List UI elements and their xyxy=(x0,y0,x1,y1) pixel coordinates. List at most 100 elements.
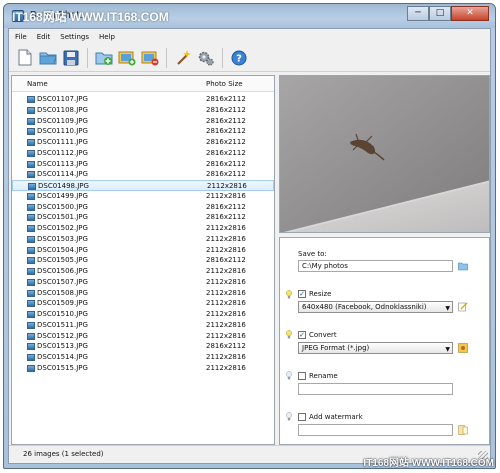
table-row[interactable]: DSC01110.JPG 2816x2112 xyxy=(12,126,274,137)
file-name: DSC01504.JPG xyxy=(37,245,88,254)
close-button[interactable]: ✕ xyxy=(451,6,489,21)
list-header: Name Photo Size xyxy=(12,76,274,92)
convert-label: Convert xyxy=(309,331,337,339)
resize-checkbox[interactable]: ✓ xyxy=(298,290,306,298)
watermark-checkbox[interactable] xyxy=(298,413,306,421)
chevron-down-icon: ▼ xyxy=(445,305,450,312)
table-row[interactable]: DSC01108.JPG 2816x2112 xyxy=(12,105,274,116)
image-file-icon xyxy=(27,214,35,222)
photo-size: 2816x2112 xyxy=(206,202,246,211)
photo-size: 2112x2816 xyxy=(206,191,246,200)
table-row[interactable]: DSC01501.JPG 2816x2112 xyxy=(12,212,274,223)
table-row[interactable]: DSC01109.JPG 2816x2112 xyxy=(12,116,274,127)
table-row[interactable]: DSC01112.JPG 2816x2112 xyxy=(12,148,274,159)
file-name: DSC01515.JPG xyxy=(37,363,88,372)
table-row[interactable]: DSC01510.JPG 2112x2816 xyxy=(12,309,274,320)
app-window: Batch Photo... IT168网站 WWW.IT168.COM ─ □… xyxy=(3,3,496,469)
file-name: DSC01502.JPG xyxy=(37,224,88,232)
process-button[interactable] xyxy=(173,47,193,69)
resize-preset-select[interactable]: 640x480 (Facebook, Odnoklassniki) ▼ xyxy=(298,301,453,313)
menu-file[interactable]: File xyxy=(13,32,29,42)
table-row[interactable]: DSC01506.JPG 2112x2816 xyxy=(12,266,274,277)
file-name: DSC01503.JPG xyxy=(37,234,88,243)
open-button[interactable] xyxy=(38,47,58,69)
photo-size: 2816x2112 xyxy=(206,148,246,157)
file-name: DSC01500.JPG xyxy=(37,202,88,211)
file-name: DSC01109.JPG xyxy=(37,116,88,125)
file-name: DSC01114.JPG xyxy=(37,170,88,179)
table-row[interactable]: DSC01107.JPG 2816x2112 xyxy=(12,94,274,105)
table-row[interactable]: DSC01515.JPG 2112x2816 xyxy=(12,363,274,374)
browse-folder-button[interactable] xyxy=(458,261,468,271)
convert-settings-button[interactable] xyxy=(458,343,468,353)
edit-resize-button[interactable] xyxy=(458,302,468,312)
image-file-icon xyxy=(27,139,35,146)
convert-format-select[interactable]: JPEG Format (*.jpg) ▼ xyxy=(298,342,453,354)
photo-size: 2112x2816 xyxy=(206,299,246,308)
rename-checkbox[interactable] xyxy=(298,372,306,380)
save-button[interactable] xyxy=(61,47,81,69)
table-row[interactable]: DSC01498.JPG 2112x2816 xyxy=(12,180,274,191)
file-name: DSC01107.JPG xyxy=(37,95,88,103)
table-row[interactable]: DSC01514.JPG 2112x2816 xyxy=(12,352,274,363)
image-file-icon xyxy=(27,246,35,254)
file-name: DSC01111.JPG xyxy=(37,138,88,146)
minimize-button[interactable]: ─ xyxy=(407,6,429,21)
new-button[interactable] xyxy=(15,47,35,69)
save-to-field[interactable]: C:\My photos xyxy=(298,260,453,272)
file-list[interactable]: Name Photo Size DSC01107.JPG 2816x2112 DSC… xyxy=(11,75,275,445)
title-bar[interactable]: Batch Photo... IT168网站 WWW.IT168.COM ─ □… xyxy=(4,4,495,28)
watermark-top: IT168网站 WWW.IT168.COM xyxy=(12,10,169,24)
column-name-header[interactable]: Name xyxy=(27,80,48,88)
image-file-icon xyxy=(27,149,35,157)
table-row[interactable]: DSC01508.JPG 2112x2816 xyxy=(12,288,274,299)
menu-edit[interactable]: Edit xyxy=(35,32,53,42)
file-name: DSC01505.JPG xyxy=(37,256,88,265)
photo-size: 2112x2816 xyxy=(206,353,246,361)
window-controls: ─ □ ✕ xyxy=(407,6,489,21)
table-row[interactable]: DSC01499.JPG 2112x2816 xyxy=(12,191,274,202)
help-button[interactable]: ? xyxy=(229,47,249,69)
menu-settings[interactable]: Settings xyxy=(58,32,91,42)
photo-size: 2816x2112 xyxy=(206,170,246,179)
maximize-button[interactable]: □ xyxy=(429,6,451,21)
watermark-settings-button[interactable] xyxy=(458,425,468,435)
image-file-icon xyxy=(27,128,35,136)
table-row[interactable]: DSC01114.JPG 2816x2112 xyxy=(12,169,274,180)
table-row[interactable]: DSC01113.JPG 2816x2112 xyxy=(12,159,274,170)
table-row[interactable]: DSC01111.JPG 2816x2112 xyxy=(12,137,274,148)
table-row[interactable]: DSC01505.JPG 2816x2112 xyxy=(12,255,274,266)
table-row[interactable]: DSC01509.JPG 2112x2816 xyxy=(12,298,274,309)
settings-button[interactable] xyxy=(196,47,216,69)
table-row[interactable]: DSC01507.JPG 2112x2816 xyxy=(12,277,274,288)
file-name: DSC01510.JPG xyxy=(37,310,88,318)
table-row[interactable]: DSC01504.JPG 2112x2816 xyxy=(12,245,274,256)
toolbar: ? xyxy=(9,44,490,72)
photo-size: 2816x2112 xyxy=(206,138,246,146)
remove-button[interactable] xyxy=(140,47,160,69)
add-photos-icon xyxy=(95,52,113,65)
table-row[interactable]: DSC01500.JPG 2816x2112 xyxy=(12,202,274,213)
table-row[interactable]: DSC01511.JPG 2112x2816 xyxy=(12,320,274,331)
table-row[interactable]: DSC01502.JPG 2112x2816 xyxy=(12,223,274,234)
image-file-icon xyxy=(27,160,35,168)
table-row[interactable]: DSC01512.JPG 2112x2816 xyxy=(12,331,274,342)
file-name: DSC01507.JPG xyxy=(37,277,88,286)
add-photos-button[interactable] xyxy=(94,47,114,69)
convert-checkbox[interactable]: ✓ xyxy=(298,331,306,339)
add-folder-button[interactable] xyxy=(117,47,137,69)
column-size-header[interactable]: Photo Size xyxy=(206,80,243,88)
watermark-text-field[interactable] xyxy=(298,424,453,436)
watermark-settings-icon xyxy=(458,425,468,435)
table-row[interactable]: DSC01503.JPG 2112x2816 xyxy=(12,234,274,245)
rename-pattern-field[interactable] xyxy=(298,383,453,395)
save-icon xyxy=(63,50,79,65)
photo-preview xyxy=(279,75,490,233)
toolbar-separator xyxy=(166,47,167,68)
menu-help[interactable]: Help xyxy=(97,32,117,42)
watermark-label: Add watermark xyxy=(309,413,363,421)
image-file-icon xyxy=(27,257,35,265)
image-file-icon xyxy=(27,106,35,114)
photo-size: 2112x2816 xyxy=(206,320,246,329)
table-row[interactable]: DSC01513.JPG 2816x2112 xyxy=(12,341,274,352)
